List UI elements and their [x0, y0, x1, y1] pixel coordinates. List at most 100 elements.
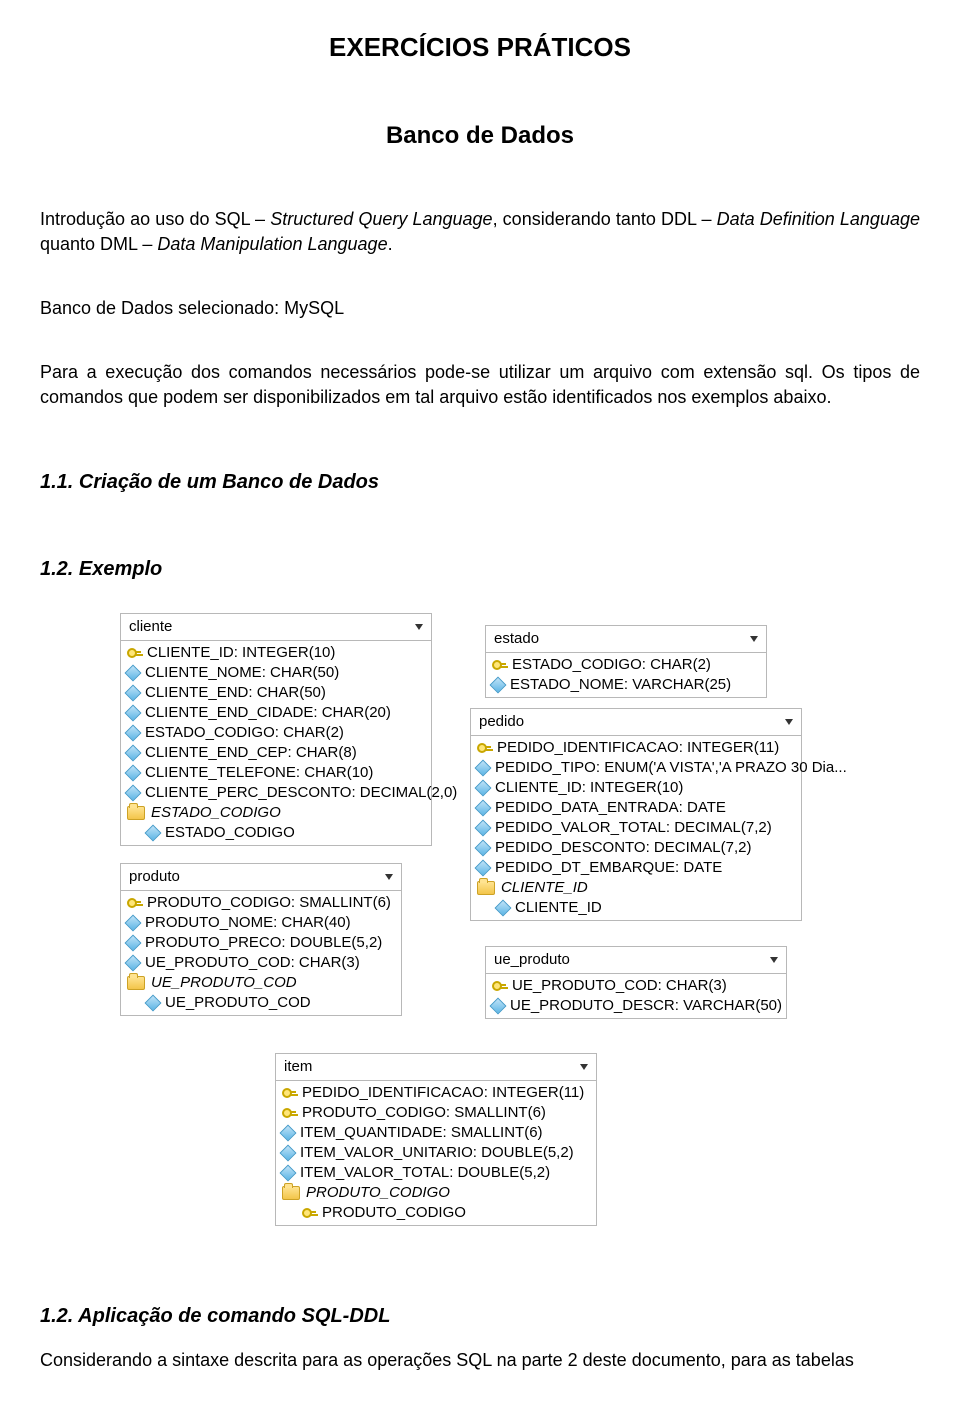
- field-label: PEDIDO_VALOR_TOTAL: DECIMAL(7,2): [495, 818, 772, 838]
- field-row: ESTADO_CODIGO: [121, 803, 431, 823]
- field-row: PEDIDO_DT_EMBARQUE: DATE: [471, 858, 801, 878]
- diamond-icon: [125, 705, 142, 722]
- field-row: CLIENTE_TELEFONE: CHAR(10): [121, 763, 431, 783]
- text: , considerando tanto DDL –: [493, 209, 717, 229]
- field-label: ESTADO_CODIGO: [151, 803, 281, 823]
- field-row: CLIENTE_ID: [471, 898, 801, 918]
- key-icon: [302, 1206, 316, 1220]
- field-label: CLIENTE_END: CHAR(50): [145, 683, 326, 703]
- key-icon: [477, 741, 491, 755]
- diamond-icon: [475, 840, 492, 857]
- table-estado: estado ESTADO_CODIGO: CHAR(2)ESTADO_NOME…: [485, 625, 767, 698]
- text: .: [388, 234, 393, 254]
- diamond-icon: [280, 1145, 297, 1162]
- field-label: PRODUTO_NOME: CHAR(40): [145, 913, 351, 933]
- diamond-icon: [125, 745, 142, 762]
- diamond-icon: [145, 825, 162, 842]
- section-heading-1-2-aplicacao: 1.2. Aplicação de comando SQL-DDL: [40, 1303, 920, 1330]
- field-row: PEDIDO_VALOR_TOTAL: DECIMAL(7,2): [471, 818, 801, 838]
- field-row: PRODUTO_NOME: CHAR(40): [121, 913, 401, 933]
- field-row: PRODUTO_PRECO: DOUBLE(5,2): [121, 933, 401, 953]
- field-label: ESTADO_CODIGO: [165, 823, 295, 843]
- table-name: cliente: [129, 617, 172, 637]
- field-row: UE_PRODUTO_COD: [121, 973, 401, 993]
- intro-paragraph-2: Banco de Dados selecionado: MySQL: [40, 296, 920, 320]
- chevron-down-icon: [415, 624, 423, 630]
- text: quanto DML –: [40, 234, 157, 254]
- field-label: PRODUTO_CODIGO: SMALLINT(6): [147, 893, 391, 913]
- key-icon: [282, 1106, 296, 1120]
- schema-diagram: cliente CLIENTE_ID: INTEGER(10)CLIENTE_N…: [120, 613, 920, 1263]
- field-label: PRODUTO_CODIGO: [306, 1183, 450, 1203]
- section-heading-1-2-exemplo: 1.2. Exemplo: [40, 556, 920, 583]
- field-label: PRODUTO_CODIGO: SMALLINT(6): [302, 1103, 546, 1123]
- field-row: PEDIDO_DATA_ENTRADA: DATE: [471, 798, 801, 818]
- key-icon: [127, 896, 141, 910]
- diamond-icon: [125, 955, 142, 972]
- field-label: ESTADO_NOME: VARCHAR(25): [510, 675, 731, 695]
- intro-paragraph-1: Introdução ao uso do SQL – Structured Qu…: [40, 207, 920, 256]
- field-row: UE_PRODUTO_COD: CHAR(3): [486, 976, 786, 996]
- diamond-icon: [490, 677, 507, 694]
- table-pedido: pedido PEDIDO_IDENTIFICACAO: INTEGER(11)…: [470, 708, 802, 921]
- field-row: ESTADO_CODIGO: CHAR(2): [486, 655, 766, 675]
- field-label: PEDIDO_TIPO: ENUM('A VISTA','A PRAZO 30 …: [495, 758, 847, 778]
- text-italic: Data Manipulation Language: [157, 234, 387, 254]
- diamond-icon: [125, 785, 142, 802]
- key-icon: [127, 646, 141, 660]
- text-italic: Data Definition Language: [717, 209, 920, 229]
- field-row: PEDIDO_TIPO: ENUM('A VISTA','A PRAZO 30 …: [471, 758, 801, 778]
- key-icon: [492, 979, 506, 993]
- page-subtitle: Banco de Dados: [40, 120, 920, 152]
- folder-icon: [127, 806, 145, 820]
- chevron-down-icon: [770, 957, 778, 963]
- field-label: CLIENTE_NOME: CHAR(50): [145, 663, 339, 683]
- field-label: ITEM_VALOR_UNITARIO: DOUBLE(5,2): [300, 1143, 574, 1163]
- table-name: pedido: [479, 712, 524, 732]
- diamond-icon: [475, 820, 492, 837]
- field-label: UE_PRODUTO_COD: CHAR(3): [145, 953, 360, 973]
- table-item: item PEDIDO_IDENTIFICACAO: INTEGER(11)PR…: [275, 1053, 597, 1226]
- final-paragraph: Considerando a sintaxe descrita para as …: [40, 1348, 920, 1372]
- folder-icon: [127, 976, 145, 990]
- field-label: ESTADO_CODIGO: CHAR(2): [145, 723, 344, 743]
- table-header: ue_produto: [486, 947, 786, 974]
- field-label: CLIENTE_TELEFONE: CHAR(10): [145, 763, 373, 783]
- field-row: ESTADO_CODIGO: CHAR(2): [121, 723, 431, 743]
- diamond-icon: [280, 1125, 297, 1142]
- field-row: CLIENTE_NOME: CHAR(50): [121, 663, 431, 683]
- field-label: PEDIDO_DT_EMBARQUE: DATE: [495, 858, 722, 878]
- diamond-icon: [125, 935, 142, 952]
- field-row: ESTADO_CODIGO: [121, 823, 431, 843]
- field-label: PEDIDO_DATA_ENTRADA: DATE: [495, 798, 726, 818]
- table-body: PEDIDO_IDENTIFICACAO: INTEGER(11)PEDIDO_…: [471, 736, 801, 920]
- field-label: ITEM_QUANTIDADE: SMALLINT(6): [300, 1123, 543, 1143]
- diamond-icon: [125, 725, 142, 742]
- chevron-down-icon: [580, 1064, 588, 1070]
- field-row: UE_PRODUTO_DESCR: VARCHAR(50): [486, 996, 786, 1016]
- table-header: estado: [486, 626, 766, 653]
- field-label: PEDIDO_IDENTIFICACAO: INTEGER(11): [497, 738, 779, 758]
- diamond-icon: [125, 685, 142, 702]
- field-label: UE_PRODUTO_COD: [165, 993, 311, 1013]
- table-body: ESTADO_CODIGO: CHAR(2)ESTADO_NOME: VARCH…: [486, 653, 766, 697]
- field-row: ITEM_QUANTIDADE: SMALLINT(6): [276, 1123, 596, 1143]
- field-label: ITEM_VALOR_TOTAL: DOUBLE(5,2): [300, 1163, 550, 1183]
- field-label: CLIENTE_END_CEP: CHAR(8): [145, 743, 357, 763]
- diamond-icon: [125, 915, 142, 932]
- field-row: CLIENTE_ID: [471, 878, 801, 898]
- field-row: PEDIDO_IDENTIFICACAO: INTEGER(11): [471, 738, 801, 758]
- table-body: PRODUTO_CODIGO: SMALLINT(6)PRODUTO_NOME:…: [121, 891, 401, 1015]
- diamond-icon: [475, 760, 492, 777]
- table-header: produto: [121, 864, 401, 891]
- field-row: CLIENTE_ID: INTEGER(10): [121, 643, 431, 663]
- field-label: CLIENTE_ID: [515, 898, 602, 918]
- field-label: UE_PRODUTO_COD: CHAR(3): [512, 976, 727, 996]
- table-name: ue_produto: [494, 950, 570, 970]
- chevron-down-icon: [785, 719, 793, 725]
- field-label: CLIENTE_ID: INTEGER(10): [147, 643, 335, 663]
- diamond-icon: [125, 765, 142, 782]
- table-produto: produto PRODUTO_CODIGO: SMALLINT(6)PRODU…: [120, 863, 402, 1016]
- field-row: CLIENTE_END_CEP: CHAR(8): [121, 743, 431, 763]
- diamond-icon: [490, 998, 507, 1015]
